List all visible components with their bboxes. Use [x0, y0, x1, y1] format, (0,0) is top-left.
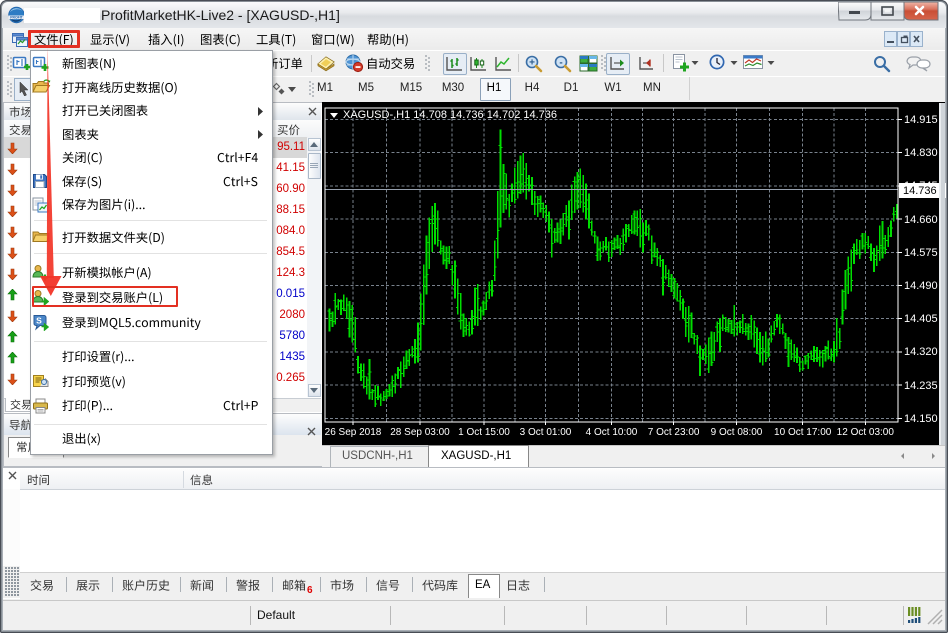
svg-text:S: S [36, 316, 42, 326]
svg-text:PROFIT: PROFIT [10, 16, 23, 20]
svg-text:+: + [529, 58, 535, 69]
svg-text:-: - [559, 58, 562, 69]
